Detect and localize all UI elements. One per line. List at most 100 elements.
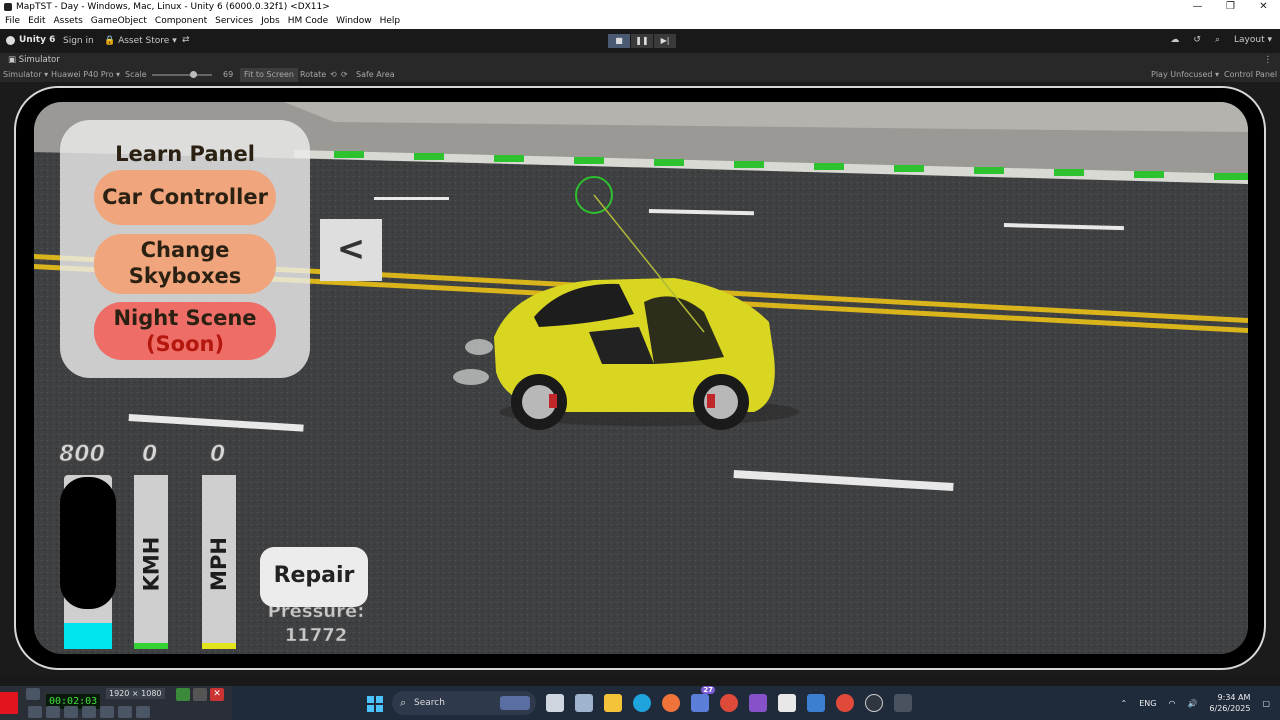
pen-icon[interactable] bbox=[100, 706, 114, 718]
recording-resolution: 1920 × 1080 bbox=[106, 688, 165, 699]
simulator-tab-label: Simulator bbox=[18, 55, 60, 65]
search-icon[interactable]: ⌕ bbox=[1215, 35, 1220, 45]
control-panel-button[interactable]: Control Panel bbox=[1224, 68, 1277, 82]
network-monitor-icon[interactable] bbox=[575, 694, 593, 712]
car-controller-button[interactable]: Car Controller bbox=[94, 170, 276, 225]
search-icon: ⌕ bbox=[400, 696, 407, 709]
cloud-icon[interactable]: ☁ bbox=[1170, 35, 1179, 45]
learn-panel: Learn Panel Car Controller Change Skybox… bbox=[60, 120, 310, 378]
chrome-profile-icon[interactable] bbox=[836, 694, 854, 712]
volume-icon[interactable] bbox=[28, 706, 42, 718]
recorder-minimize-icon[interactable] bbox=[193, 688, 207, 701]
play-focus-dropdown[interactable]: Play Unfocused ▾ bbox=[1151, 68, 1219, 82]
wifi-icon[interactable]: ◠ bbox=[1168, 699, 1175, 708]
file-explorer-icon[interactable] bbox=[604, 694, 622, 712]
scale-slider-track[interactable] bbox=[152, 74, 212, 76]
taskbar-search[interactable]: ⌕ Search bbox=[392, 691, 536, 715]
safe-area-toggle[interactable]: Safe Area bbox=[356, 68, 395, 82]
window-titlebar: MapTST - Day - Windows, Mac, Linux - Uni… bbox=[0, 0, 1280, 14]
task-app-icon[interactable]: 27 bbox=[691, 686, 715, 712]
mph-gauge: MPH bbox=[202, 475, 236, 649]
rpm-value: 800 bbox=[59, 442, 106, 468]
speaker-icon[interactable]: 🔊 bbox=[1187, 699, 1197, 708]
visual-studio-icon[interactable] bbox=[749, 694, 767, 712]
cursor-icon[interactable] bbox=[82, 706, 96, 718]
rpm-gauge-fill bbox=[64, 623, 112, 649]
scale-slider-handle[interactable] bbox=[190, 71, 197, 78]
menu-bar: File Edit Assets GameObject Component Se… bbox=[0, 14, 1280, 29]
record-button[interactable] bbox=[0, 692, 18, 714]
menu-hm-code[interactable]: HM Code bbox=[288, 14, 328, 29]
fit-to-screen-toggle[interactable]: Fit to Screen bbox=[240, 68, 298, 82]
mic-icon[interactable] bbox=[46, 706, 60, 718]
wordpress-icon[interactable] bbox=[865, 694, 883, 712]
mph-gauge-fill bbox=[202, 643, 236, 649]
version-control-icon[interactable]: ⇄ bbox=[182, 35, 190, 45]
edge-icon[interactable] bbox=[633, 694, 651, 712]
collapse-panel-button[interactable]: < bbox=[320, 219, 382, 281]
clock[interactable]: 9:34 AM 6/26/2025 bbox=[1209, 692, 1250, 714]
simulator-subtoolbar: Simulator ▾ Huawei P40 Pro ▾ Scale 69 Fi… bbox=[0, 68, 1280, 82]
menu-services[interactable]: Services bbox=[215, 14, 253, 29]
unity-label: Unity 6 bbox=[19, 35, 56, 45]
folder-icon[interactable] bbox=[118, 706, 132, 718]
step-button[interactable]: ▶| bbox=[654, 34, 676, 48]
task-view-icon[interactable] bbox=[546, 694, 564, 712]
recorder-close-icon[interactable]: ✕ bbox=[210, 688, 224, 701]
asset-store-label: Asset Store ▾ bbox=[118, 36, 177, 46]
recorder-window-icon[interactable] bbox=[176, 688, 190, 701]
asset-store-button[interactable]: 🔒 Asset Store ▾ bbox=[104, 36, 177, 46]
history-icon[interactable]: ↺ bbox=[1193, 35, 1201, 45]
firefox-icon[interactable] bbox=[662, 694, 680, 712]
night-scene-soon-label: (Soon) bbox=[145, 332, 225, 356]
more-options-icon[interactable]: ⋮ bbox=[1264, 53, 1273, 68]
layout-dropdown[interactable]: Layout ▾ bbox=[1234, 35, 1272, 45]
menu-gameobject[interactable]: GameObject bbox=[91, 14, 147, 29]
menu-help[interactable]: Help bbox=[380, 14, 401, 29]
rotate-right-icon[interactable]: ⟳ bbox=[341, 68, 348, 82]
teams-icon[interactable] bbox=[807, 694, 825, 712]
menu-component[interactable]: Component bbox=[155, 14, 207, 29]
camera-icon[interactable] bbox=[26, 688, 40, 700]
simulator-tab[interactable]: ▣ Simulator bbox=[8, 53, 60, 68]
menu-file[interactable]: File bbox=[5, 14, 20, 29]
menu-edit[interactable]: Edit bbox=[28, 14, 45, 29]
simulator-view: Learn Panel Car Controller Change Skybox… bbox=[0, 82, 1280, 676]
menu-jobs[interactable]: Jobs bbox=[261, 14, 280, 29]
learn-panel-title: Learn Panel bbox=[115, 142, 255, 166]
simulator-mode-dropdown[interactable]: Simulator ▾ bbox=[3, 68, 48, 82]
unity-account-button[interactable]: Unity 6 bbox=[6, 35, 55, 45]
unity-editor-icon[interactable] bbox=[894, 694, 912, 712]
menu-assets[interactable]: Assets bbox=[54, 14, 83, 29]
night-scene-button[interactable]: Night Scene (Soon) bbox=[94, 302, 276, 360]
rpm-gauge-mask bbox=[60, 477, 116, 609]
webcam-icon[interactable] bbox=[64, 706, 78, 718]
menu-window[interactable]: Window bbox=[336, 14, 372, 29]
chrome-icon[interactable] bbox=[720, 694, 738, 712]
system-tray: ⌃ ENG ◠ 🔊 9:34 AM 6/26/2025 ▢ bbox=[1121, 686, 1271, 720]
settings-icon[interactable] bbox=[136, 706, 150, 718]
notification-bell-icon[interactable]: ▢ bbox=[1262, 699, 1270, 708]
minimize-button[interactable]: — bbox=[1181, 0, 1214, 14]
windows-start-icon[interactable] bbox=[367, 696, 383, 712]
game-screen[interactable]: Learn Panel Car Controller Change Skybox… bbox=[34, 102, 1248, 654]
play-stop-button[interactable]: ■ bbox=[608, 34, 630, 48]
sign-in-button[interactable]: Sign in bbox=[63, 36, 94, 46]
maximize-button[interactable]: ❐ bbox=[1214, 0, 1247, 14]
close-button[interactable]: ✕ bbox=[1247, 0, 1280, 14]
rotate-left-icon[interactable]: ⟲ bbox=[330, 68, 337, 82]
chevron-up-icon[interactable]: ⌃ bbox=[1121, 699, 1128, 708]
repair-button[interactable]: Repair bbox=[260, 547, 368, 607]
unity-hub-icon[interactable] bbox=[778, 694, 796, 712]
language-indicator[interactable]: ENG bbox=[1139, 699, 1156, 708]
device-dropdown[interactable]: Huawei P40 Pro ▾ bbox=[51, 68, 120, 82]
mph-label: MPH bbox=[207, 537, 231, 591]
change-skyboxes-button[interactable]: Change Skyboxes bbox=[94, 234, 276, 294]
kmh-gauge-fill bbox=[134, 643, 168, 649]
change-skyboxes-label-line1: Change bbox=[140, 238, 230, 262]
scale-value: 69 bbox=[223, 70, 234, 79]
pause-button[interactable]: ❚❚ bbox=[631, 34, 653, 48]
window-title: MapTST - Day - Windows, Mac, Linux - Uni… bbox=[16, 2, 330, 12]
device-frame: Learn Panel Car Controller Change Skybox… bbox=[14, 86, 1266, 670]
car-controller-label: Car Controller bbox=[102, 185, 268, 209]
